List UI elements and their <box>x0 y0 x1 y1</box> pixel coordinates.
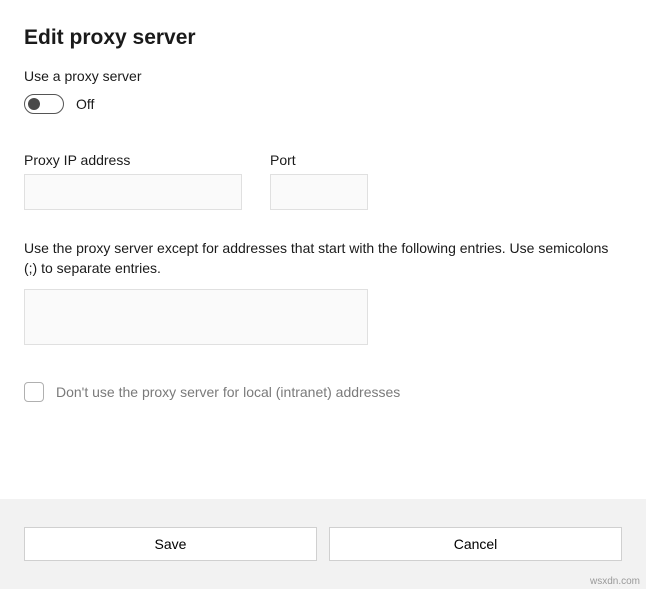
save-button[interactable]: Save <box>24 527 317 561</box>
use-proxy-label: Use a proxy server <box>24 68 622 84</box>
bypass-local-checkbox[interactable] <box>24 382 44 402</box>
port-label: Port <box>270 152 368 168</box>
bypass-local-label: Don't use the proxy server for local (in… <box>56 384 400 400</box>
use-proxy-toggle[interactable] <box>24 94 64 114</box>
button-bar: Save Cancel <box>0 499 646 589</box>
watermark-text: wsxdn.com <box>590 576 640 587</box>
proxy-ip-input[interactable] <box>24 174 242 210</box>
cancel-button[interactable]: Cancel <box>329 527 622 561</box>
toggle-knob-icon <box>28 98 40 110</box>
proxy-ip-label: Proxy IP address <box>24 152 242 168</box>
exceptions-input[interactable] <box>24 289 368 345</box>
port-input[interactable] <box>270 174 368 210</box>
dialog-title: Edit proxy server <box>24 26 622 50</box>
exceptions-description: Use the proxy server except for addresse… <box>24 238 622 279</box>
toggle-state-label: Off <box>76 96 94 112</box>
